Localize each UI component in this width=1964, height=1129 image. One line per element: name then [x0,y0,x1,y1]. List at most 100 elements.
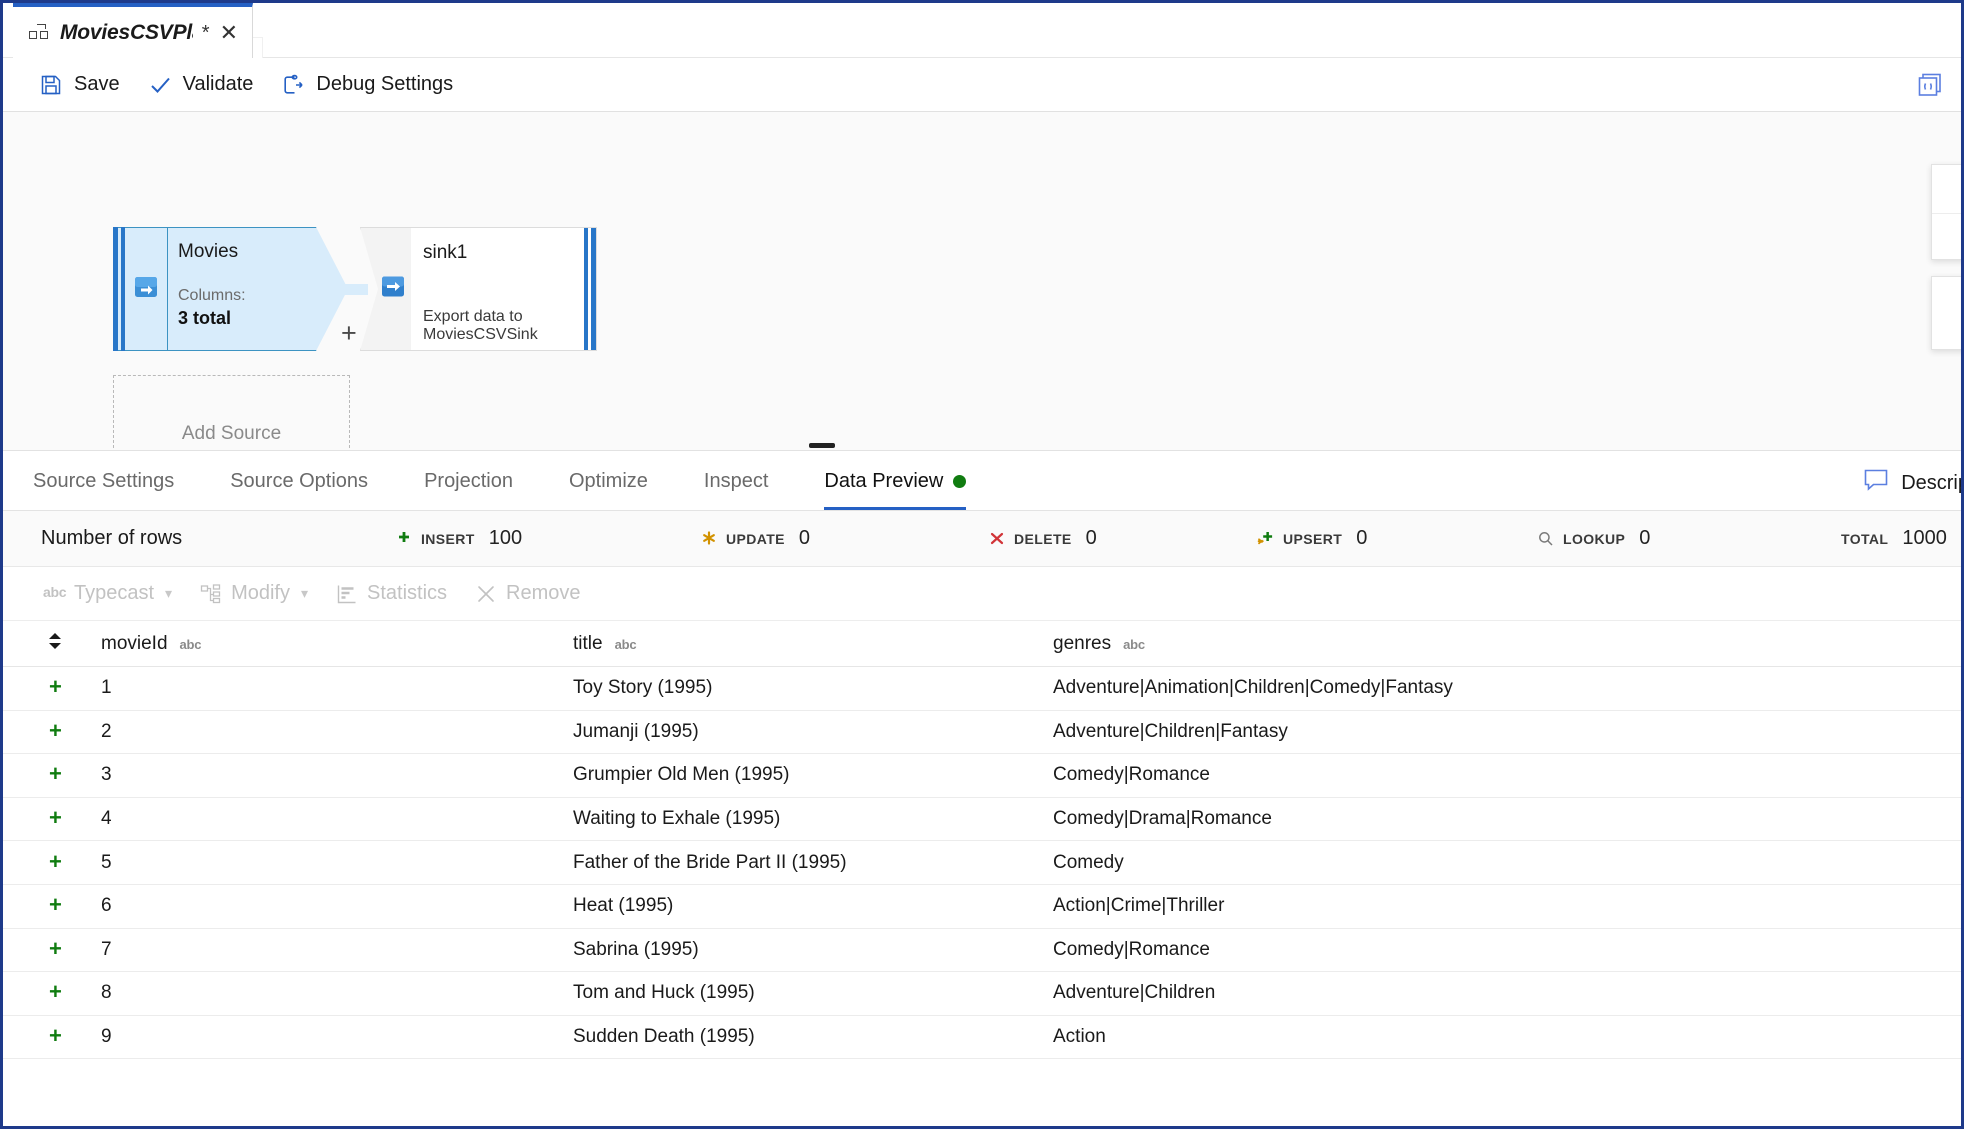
table-row[interactable]: + 3 Grumpier Old Men (1995) Comedy|Roman… [3,754,1961,798]
asterisk-icon [700,530,718,548]
source-node-gutter [125,227,168,351]
tab-strip: MoviesCSVPlayground MoviesCSVPla... * ✕ [3,3,1961,71]
command-bar: Save Validate Debug Settings [3,58,1961,112]
add-source-button[interactable]: Add Source [113,375,350,450]
abc-icon: abc [1123,636,1145,652]
typecast-button[interactable]: abc Typecast ▾ [43,582,172,605]
stat-update-name: UPDATE [726,530,785,547]
stat-insert: INSERT 100 [395,527,522,550]
stat-delete-name: DELETE [1014,530,1072,547]
cell-movieid: 8 [101,982,112,1004]
save-button[interactable]: Save [31,65,140,105]
row-insert-marker: + [49,1023,62,1049]
cell-movieid: 6 [101,895,112,917]
plus-icon [395,530,413,548]
sink-node-panel: sink1 Export data to MoviesCSVSink [411,227,597,351]
table-row[interactable]: + 9 Sudden Death (1995) Action [3,1016,1961,1060]
stat-delete: DELETE 0 [988,527,1097,550]
document-tab[interactable]: MoviesCSVPla... * ✕ [13,3,253,58]
column-header-title[interactable]: title abc [573,633,1053,655]
row-insert-marker: + [49,674,62,700]
statistics-button[interactable]: Statistics [336,582,447,605]
canvas-zoom-panel[interactable] [1931,164,1961,260]
dataflow-canvas[interactable]: Movies Columns: 3 total + sink1 Export d… [3,112,1961,451]
row-insert-marker: + [49,979,62,1005]
tab-source-options[interactable]: Source Options [230,470,368,510]
table-row[interactable]: + 1 Toy Story (1995) Adventure|Animation… [3,667,1961,711]
cell-title: Father of the Bride Part II (1995) [573,851,847,873]
cross-icon [988,530,1006,548]
save-icon [39,73,63,97]
comment-icon [1863,468,1889,498]
stat-upsert-value: 0 [1356,527,1368,549]
source-accent-outer [113,227,118,351]
column-header-genres[interactable]: genres abc [1053,633,1961,655]
row-insert-marker: + [49,805,62,831]
stat-upsert: UPSERT 0 [1257,527,1367,550]
source-arrow-icon [133,274,159,305]
source-accent-inner [121,227,125,351]
grid-header-row: movieId abc title abc genres abc [3,621,1961,667]
table-row[interactable]: + 7 Sabrina (1995) Comedy|Romance [3,929,1961,973]
cell-title: Jumanji (1995) [573,720,699,742]
abc-icon: abc [43,583,67,600]
tab-source-options-label: Source Options [230,470,369,492]
cell-genres: Action [1053,1026,1106,1048]
tab-optimize[interactable]: Optimize [569,470,648,510]
column-header-title-label: title [573,632,603,654]
tab-projection[interactable]: Projection [424,470,513,510]
sink-node-sink1[interactable]: sink1 Export data to MoviesCSVSink [360,227,597,351]
modify-label: Modify [231,582,290,604]
close-icon[interactable]: ✕ [220,21,238,44]
stat-total-value: 1000 [1902,527,1947,549]
canvas-tools-panel[interactable] [1931,276,1961,350]
tab-inspect-label: Inspect [703,470,769,492]
row-insert-marker: + [49,935,62,961]
stat-update-value: 0 [798,527,811,549]
row-insert-marker: + [49,761,62,787]
table-row[interactable]: + 8 Tom and Huck (1995) Adventure|Childr… [3,972,1961,1016]
debug-settings-icon [281,73,305,97]
row-insert-marker: + [49,892,62,918]
cell-movieid: 1 [101,677,112,699]
cell-title: Tom and Huck (1995) [573,982,755,1004]
tab-source-settings-label: Source Settings [33,470,175,492]
source-node-movies[interactable]: Movies Columns: 3 total [113,227,348,351]
table-row[interactable]: + 5 Father of the Bride Part II (1995) C… [3,841,1961,885]
stat-insert-value: 100 [488,527,523,549]
tab-inspect[interactable]: Inspect [704,470,768,510]
sink-node-description: Export data to MoviesCSVSink [423,308,538,343]
code-brackets-icon[interactable] [1913,68,1947,102]
modify-button[interactable]: Modify ▾ [200,582,308,605]
validate-button[interactable]: Validate [140,65,274,105]
statistics-label: Statistics [367,582,448,604]
sort-toggle[interactable] [3,631,93,657]
stat-total: TOTAL 1000 [1841,527,1947,550]
data-preview-grid[interactable]: movieId abc title abc genres abc + 1 Toy… [3,621,1961,1060]
cell-title: Sudden Death (1995) [573,1026,755,1048]
description-label: Descrip [1901,471,1964,494]
panel-splitter-handle[interactable] [809,443,835,448]
table-row[interactable]: + 6 Heat (1995) Action|Crime|Thriller [3,885,1961,929]
settings-tab-bar: Source Settings Source Options Projectio… [3,443,1964,511]
cell-movieid: 3 [101,764,112,786]
column-toolbar: abc Typecast ▾ Modify ▾ Statistics Remov… [3,567,1961,621]
cell-genres: Comedy|Romance [1053,764,1211,786]
debug-settings-label: Debug Settings [316,73,454,95]
tab-source-settings[interactable]: Source Settings [33,470,174,510]
row-stats-bar: Number of rows INSERT 100 UPDATE 0 DELET… [3,511,1961,567]
debug-settings-button[interactable]: Debug Settings [273,65,473,105]
remove-button[interactable]: Remove [475,582,581,605]
table-row[interactable]: + 4 Waiting to Exhale (1995) Comedy|Dram… [3,798,1961,842]
column-header-movieid[interactable]: movieId abc [93,633,573,655]
table-row[interactable]: + 2 Jumanji (1995) Adventure|Children|Fa… [3,711,1961,755]
description-button[interactable]: Descrip [1863,468,1964,498]
tab-data-preview[interactable]: Data Preview [824,470,967,510]
row-insert-marker: + [49,717,62,743]
add-source-label: Add Source [181,423,282,444]
cell-movieid: 4 [101,808,112,830]
stat-upsert-name: UPSERT [1283,530,1343,547]
number-of-rows-label: Number of rows [41,527,183,549]
abc-icon: abc [179,636,202,652]
dataflow-icon [29,23,51,42]
